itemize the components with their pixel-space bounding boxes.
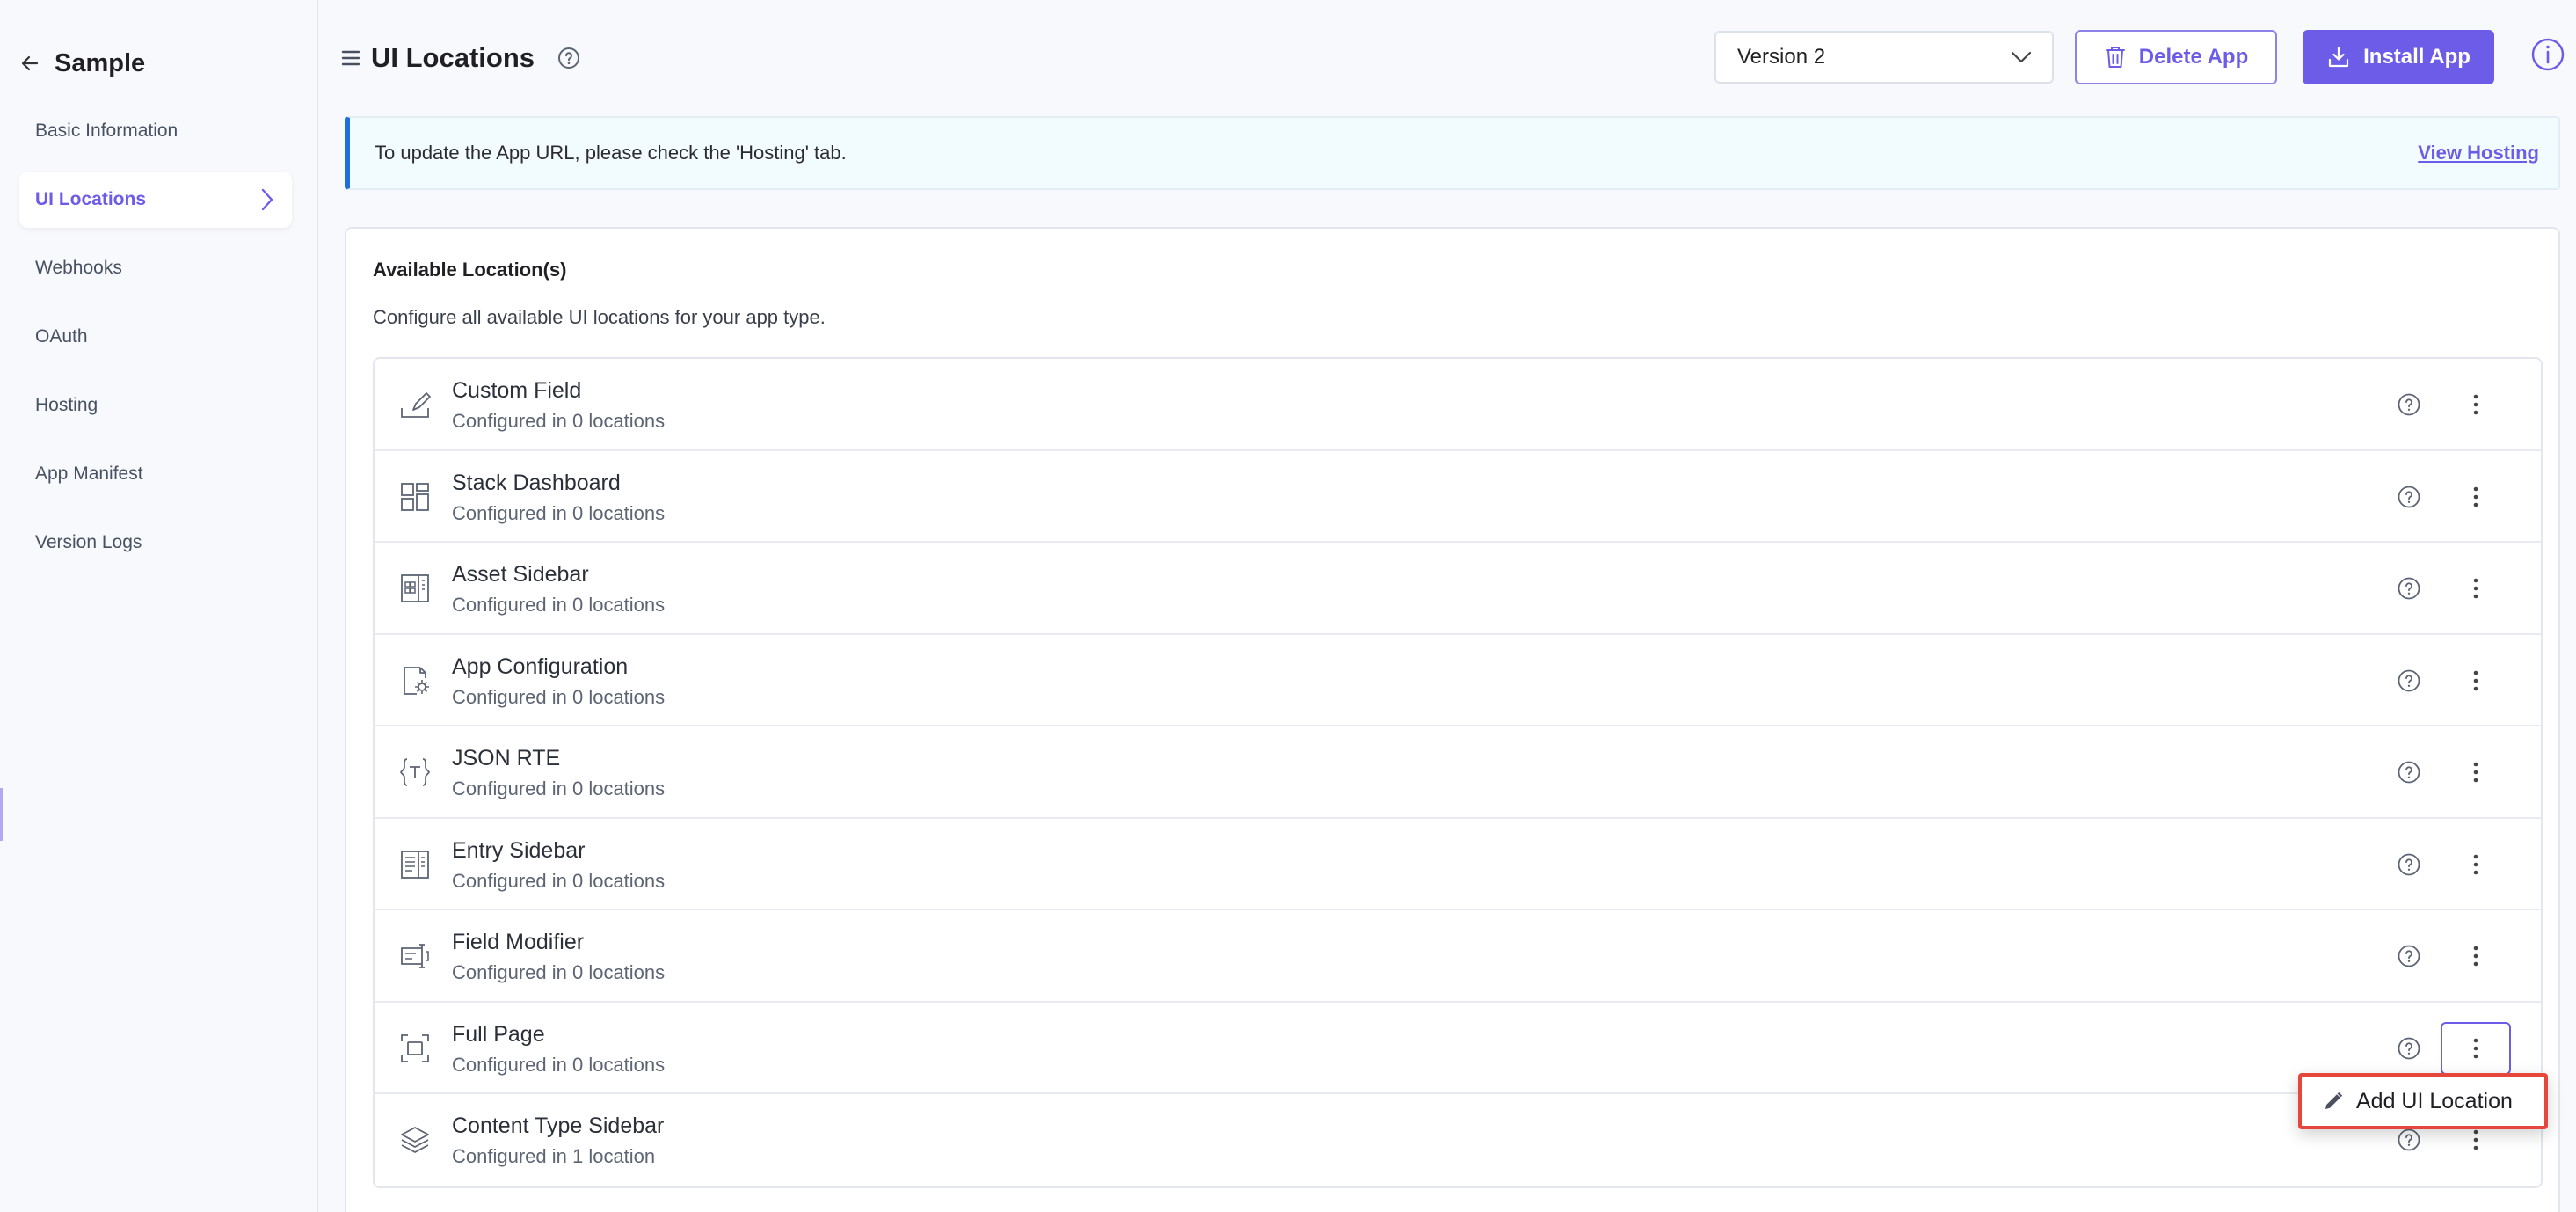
location-name: JSON RTE [452, 746, 561, 770]
help-icon[interactable] [2397, 392, 2421, 417]
location-name: Asset Sidebar [452, 562, 589, 587]
location-count: Configured in 0 locations [452, 685, 666, 708]
json-rte-icon [399, 756, 431, 788]
sidebar-header: Sample [19, 46, 145, 81]
hamburger-menu-icon[interactable] [341, 48, 360, 68]
app-config-icon [399, 665, 431, 697]
location-name: Custom Field [452, 378, 582, 403]
more-options-button[interactable] [2441, 471, 2511, 523]
location-count: Configured in 0 locations [452, 594, 666, 616]
version-select[interactable]: Version 2 [1714, 31, 2054, 84]
dashboard-icon [399, 481, 431, 513]
pencil-icon [2323, 1091, 2344, 1112]
location-row-entry-sidebar[interactable]: Entry Sidebar Configured in 0 locations [375, 819, 2541, 910]
sidebar-item-label: OAuth [35, 326, 88, 347]
locations-list: Custom Field Configured in 0 locations S… [373, 357, 2543, 1188]
custom-field-icon [399, 389, 431, 420]
more-options-button[interactable] [2441, 838, 2511, 891]
more-options-button[interactable] [2441, 562, 2511, 615]
location-row-full-page[interactable]: Full Page Configured in 0 locations [375, 1003, 2541, 1094]
location-row-asset-sidebar[interactable]: Asset Sidebar Configured in 0 locations [375, 543, 2541, 635]
sidebar-item-basic-information[interactable]: Basic Information [19, 103, 292, 159]
available-locations-card: Available Location(s) Configure all avai… [345, 227, 2560, 1212]
sidebar-item-version-logs[interactable]: Version Logs [19, 515, 292, 571]
sidebar-item-oauth[interactable]: OAuth [19, 309, 292, 365]
field-modifier-icon [399, 940, 431, 972]
banner-text: To update the App URL, please check the … [375, 142, 847, 164]
install-icon [2326, 45, 2351, 69]
location-row-custom-field[interactable]: Custom Field Configured in 0 locations [375, 359, 2541, 451]
location-row-app-configuration[interactable]: App Configuration Configured in 0 locati… [375, 635, 2541, 726]
help-icon[interactable] [2397, 576, 2421, 601]
trash-icon [2104, 45, 2127, 69]
help-icon[interactable] [2397, 852, 2421, 877]
install-app-label: Install App [2363, 45, 2470, 69]
entry-sidebar-icon [399, 849, 431, 880]
sidebar-item-label: Hosting [35, 395, 98, 415]
help-icon[interactable] [2397, 1036, 2421, 1061]
add-ui-location-menu-item[interactable]: Add UI Location [2298, 1073, 2548, 1129]
full-page-icon [399, 1033, 431, 1064]
more-options-button[interactable] [2441, 378, 2511, 431]
location-name: Field Modifier [452, 930, 585, 954]
location-row-json-rte[interactable]: JSON RTE Configured in 0 locations [375, 726, 2541, 819]
sidebar: Sample Basic Information UI Locations We… [0, 0, 318, 1212]
chevron-right-icon [258, 186, 276, 213]
more-options-button[interactable] [2441, 654, 2511, 707]
card-title: Available Location(s) [373, 259, 567, 281]
location-count: Configured in 0 locations [452, 778, 666, 799]
delete-app-label: Delete App [2138, 45, 2249, 69]
location-row-content-type-sidebar[interactable]: Content Type Sidebar Configured in 1 loc… [375, 1094, 2541, 1186]
location-count: Configured in 0 locations [452, 961, 666, 983]
sidebar-item-label: Webhooks [35, 258, 122, 278]
location-row-field-modifier[interactable]: Field Modifier Configured in 0 locations [375, 910, 2541, 1003]
page-header: UI Locations Version 2 Delete App Instal… [318, 0, 2576, 116]
help-icon[interactable] [2397, 760, 2421, 785]
location-name: Full Page [452, 1021, 545, 1047]
sidebar-resize-handle[interactable] [0, 788, 3, 841]
view-hosting-link[interactable]: View Hosting [2418, 142, 2539, 164]
back-arrow-icon[interactable] [19, 53, 40, 74]
sidebar-item-hosting[interactable]: Hosting [19, 377, 292, 434]
card-subtitle: Configure all available UI locations for… [373, 306, 826, 328]
sidebar-item-label: Basic Information [35, 120, 178, 141]
sidebar-item-app-manifest[interactable]: App Manifest [19, 446, 292, 502]
app-name: Sample [55, 48, 146, 77]
help-icon[interactable] [2397, 668, 2421, 693]
help-icon[interactable] [557, 47, 580, 69]
chevron-down-icon [2010, 50, 2033, 64]
sidebar-item-ui-locations[interactable]: UI Locations [19, 172, 292, 228]
hosting-info-banner: To update the App URL, please check the … [345, 116, 2560, 190]
sidebar-item-webhooks[interactable]: Webhooks [19, 240, 292, 296]
location-count: Configured in 0 locations [452, 410, 666, 432]
more-options-button[interactable] [2441, 746, 2511, 799]
more-options-button[interactable] [2441, 930, 2511, 982]
location-name: Content Type Sidebar [452, 1113, 665, 1138]
location-count: Configured in 1 location [452, 1145, 656, 1167]
help-icon[interactable] [2397, 1128, 2421, 1152]
install-app-button[interactable]: Install App [2303, 30, 2494, 84]
version-select-value: Version 2 [1737, 45, 1826, 69]
sidebar-item-label: UI Locations [35, 189, 147, 209]
add-ui-location-label: Add UI Location [2356, 1088, 2513, 1113]
more-options-button[interactable] [2441, 1021, 2511, 1075]
location-name: Stack Dashboard [452, 470, 621, 495]
page-title: UI Locations [371, 42, 535, 73]
layers-icon [399, 1124, 431, 1156]
sidebar-item-label: App Manifest [35, 464, 143, 484]
location-name: Entry Sidebar [452, 837, 586, 863]
location-row-stack-dashboard[interactable]: Stack Dashboard Configured in 0 location… [375, 451, 2541, 543]
info-icon[interactable] [2530, 37, 2565, 72]
page-title-group: UI Locations [341, 39, 580, 77]
delete-app-button[interactable]: Delete App [2075, 30, 2277, 84]
help-icon[interactable] [2397, 944, 2421, 968]
location-count: Configured in 0 locations [452, 869, 666, 892]
location-count: Configured in 0 locations [452, 1053, 666, 1076]
location-count: Configured in 0 locations [452, 501, 666, 524]
help-icon[interactable] [2397, 485, 2421, 509]
location-name: App Configuration [452, 653, 629, 679]
asset-sidebar-icon [399, 573, 431, 604]
sidebar-nav: Basic Information UI Locations Webhooks … [19, 103, 292, 583]
sidebar-item-label: Version Logs [35, 532, 142, 552]
